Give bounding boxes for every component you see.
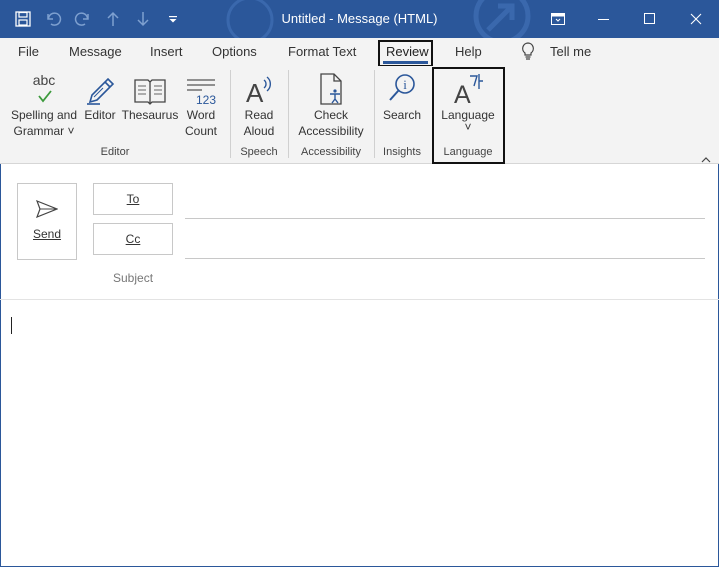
- tab-help[interactable]: Help: [455, 43, 482, 63]
- group-separator: [288, 70, 289, 158]
- send-label: Send: [32, 227, 62, 241]
- word-count-button[interactable]: 123 Word Count: [182, 70, 220, 139]
- read-aloud-button[interactable]: A Read Aloud: [237, 70, 281, 139]
- lightbulb-icon: [521, 42, 535, 62]
- redo-icon[interactable]: [68, 0, 98, 38]
- word-count-icon: 123: [182, 70, 220, 106]
- collapse-ribbon-icon[interactable]: [701, 150, 711, 168]
- quick-access-toolbar: [8, 0, 188, 38]
- group-label-speech: Speech: [240, 146, 278, 158]
- customize-qat-icon[interactable]: [158, 0, 188, 38]
- ribbon-tabs: File Message Insert Options Format Text …: [0, 38, 719, 66]
- down-arrow-icon[interactable]: [128, 0, 158, 38]
- word-count-label-2: Count: [184, 124, 218, 138]
- subject-label: Subject: [113, 271, 154, 285]
- tell-me-search[interactable]: Tell me: [550, 43, 591, 63]
- background-decoration-icon: [226, 0, 531, 38]
- check-accessibility-button[interactable]: Check Accessibility: [294, 70, 368, 139]
- save-icon[interactable]: [8, 0, 38, 38]
- cc-field[interactable]: [185, 258, 705, 259]
- spelling-label-1: Spelling and: [10, 108, 78, 122]
- to-field[interactable]: [185, 218, 705, 219]
- window-controls: [535, 0, 719, 38]
- group-label-editor: Editor: [100, 146, 130, 158]
- tab-format-text[interactable]: Format Text: [288, 43, 356, 63]
- search-label: Search: [382, 108, 422, 122]
- close-icon[interactable]: [673, 0, 719, 38]
- up-arrow-icon[interactable]: [98, 0, 128, 38]
- group-separator: [230, 70, 231, 158]
- message-body[interactable]: [1, 300, 718, 566]
- send-icon: [18, 199, 76, 221]
- book-icon: [121, 70, 179, 106]
- to-button[interactable]: To: [93, 183, 173, 215]
- svg-text:i: i: [403, 77, 407, 92]
- spelling-icon-text: abc: [33, 72, 56, 88]
- spelling-label-2: Grammar ˅: [13, 124, 75, 138]
- word-count-icon-text: 123: [196, 93, 216, 106]
- thesaurus-label: Thesaurus: [121, 108, 179, 122]
- read-aloud-label-2: Aloud: [243, 124, 275, 138]
- send-button[interactable]: Send: [17, 183, 77, 260]
- review-tab-highlight: [378, 40, 433, 67]
- check-accessibility-label-2: Accessibility: [298, 124, 364, 138]
- editor-button[interactable]: Editor: [81, 70, 119, 123]
- read-aloud-icon: A: [237, 70, 281, 106]
- read-aloud-label-1: Read: [244, 108, 274, 122]
- group-label-insights: Insights: [383, 146, 421, 158]
- editor-label: Editor: [84, 108, 116, 122]
- title-bar: Untitled - Message (HTML): [0, 0, 719, 38]
- search-button[interactable]: i Search: [380, 70, 424, 123]
- minimize-icon[interactable]: [581, 0, 627, 38]
- tab-insert[interactable]: Insert: [150, 43, 183, 63]
- spelling-check-icon: abc: [8, 70, 80, 106]
- search-icon: i: [380, 70, 424, 106]
- accessibility-document-icon: [294, 70, 368, 106]
- word-count-label-1: Word: [186, 108, 216, 122]
- cc-button[interactable]: Cc: [93, 223, 173, 255]
- ribbon-display-options-icon[interactable]: [535, 0, 581, 38]
- editor-pen-icon: [81, 70, 119, 106]
- thesaurus-button[interactable]: Thesaurus: [121, 70, 179, 123]
- spelling-grammar-button[interactable]: abc Spelling and Grammar ˅: [8, 70, 80, 139]
- group-label-accessibility: Accessibility: [301, 146, 361, 158]
- ribbon: abc Spelling and Grammar ˅ Editor Thesau…: [0, 66, 719, 164]
- cc-label: Cc: [125, 232, 141, 246]
- maximize-icon[interactable]: [627, 0, 673, 38]
- language-group-highlight: [432, 67, 505, 164]
- group-separator: [374, 70, 375, 158]
- check-accessibility-label-1: Check: [313, 108, 348, 122]
- tab-options[interactable]: Options: [212, 43, 257, 63]
- text-cursor: [11, 317, 12, 334]
- undo-icon[interactable]: [38, 0, 68, 38]
- to-label: To: [126, 192, 140, 206]
- svg-text:A: A: [246, 78, 264, 106]
- tab-file[interactable]: File: [18, 43, 39, 63]
- tab-message[interactable]: Message: [69, 43, 122, 63]
